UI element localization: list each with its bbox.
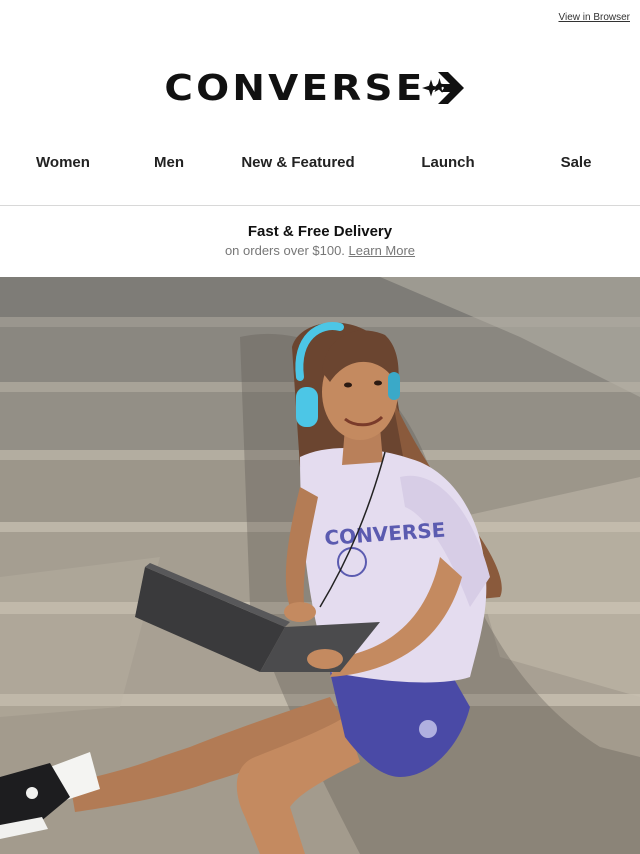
nav-item-women[interactable]: Women (36, 140, 90, 206)
learn-more-link[interactable]: Learn More (349, 243, 415, 258)
nav-item-men[interactable]: Men (154, 140, 184, 206)
nav-item-launch[interactable]: Launch (421, 140, 474, 206)
brand-wordmark: CONVERSE (164, 67, 426, 109)
hero-illustration: CONVERSE (0, 277, 640, 854)
delivery-promo: Fast & Free Delivery on orders over $100… (0, 206, 640, 277)
view-in-browser-link[interactable]: View in Browser (558, 12, 630, 23)
promo-subtitle: on orders over $100. Learn More (0, 243, 640, 258)
headphone-icon (296, 387, 318, 427)
star-chevron-icon (421, 72, 464, 104)
hero-image[interactable]: CONVERSE (0, 277, 640, 854)
promo-title: Fast & Free Delivery (247, 223, 393, 240)
nav-item-new-featured[interactable]: New & Featured (241, 140, 354, 206)
main-nav: Women Men New & Featured Launch Sale (0, 140, 640, 206)
promo-subtitle-text: on orders over $100. (224, 243, 345, 258)
header-logo-area: CONVERSE (0, 36, 640, 140)
nav-item-sale[interactable]: Sale (561, 140, 592, 206)
converse-logo[interactable]: CONVERSE (164, 68, 466, 109)
top-bar: View in Browser (0, 0, 640, 36)
